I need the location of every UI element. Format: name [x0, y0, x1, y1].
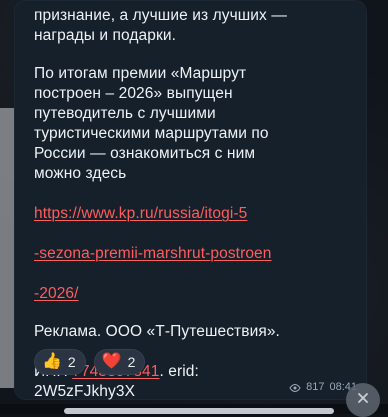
reaction-count: 2	[127, 354, 136, 370]
close-button[interactable]	[346, 383, 380, 417]
message-line-1: признание, а лучшие из лучших —	[34, 7, 287, 24]
ad-line-1: Реклама. ООО «Т-Путешествия».	[34, 323, 280, 340]
message-line-2: награды и подарки.	[34, 27, 177, 44]
guide-link-cont-2[interactable]: -2026/	[34, 285, 79, 302]
reactions-row: 👍 2 ❤️ 2	[34, 349, 146, 375]
message-line-3: По итогам премии «Маршрут	[34, 65, 247, 82]
eye-icon	[289, 383, 301, 393]
message-line-8: можно здесь	[34, 165, 127, 182]
views-count: 817	[306, 381, 325, 393]
bottom-input-pill	[64, 408, 334, 414]
heart-emoji: ❤️	[101, 353, 122, 370]
message-line-6: туристическими маршрутами по	[34, 125, 269, 142]
thumbs-up-emoji: 👍	[42, 353, 62, 370]
message-gap-2	[34, 304, 334, 322]
message-line-4: построен – 2026» выпущен	[34, 85, 233, 102]
inn-suffix: . erid:	[159, 363, 199, 380]
message-meta: 817 08:41	[289, 381, 357, 393]
guide-link[interactable]: https://www.kp.ru/russia/itogi-5	[34, 205, 247, 222]
message-link-block: https://www.kp.ru/russia/itogi-5 -sezona…	[34, 184, 334, 304]
close-icon	[355, 390, 371, 411]
reaction-heart[interactable]: ❤️ 2	[93, 349, 146, 375]
left-edge-panel	[0, 108, 14, 388]
message-text: признание, а лучшие из лучших — награды …	[34, 6, 334, 402]
message-gap	[34, 46, 334, 64]
reaction-thumbs-up[interactable]: 👍 2	[34, 349, 86, 375]
message-bubble: признание, а лучшие из лучших — награды …	[14, 0, 367, 400]
message-line-5: путеводитель с лучшими	[34, 105, 216, 122]
guide-link-cont-1[interactable]: -sezona-premii-marshrut-postroen	[34, 245, 272, 262]
reaction-count: 2	[67, 354, 76, 370]
message-line-7: России — ознакомиться с ним	[34, 145, 256, 162]
